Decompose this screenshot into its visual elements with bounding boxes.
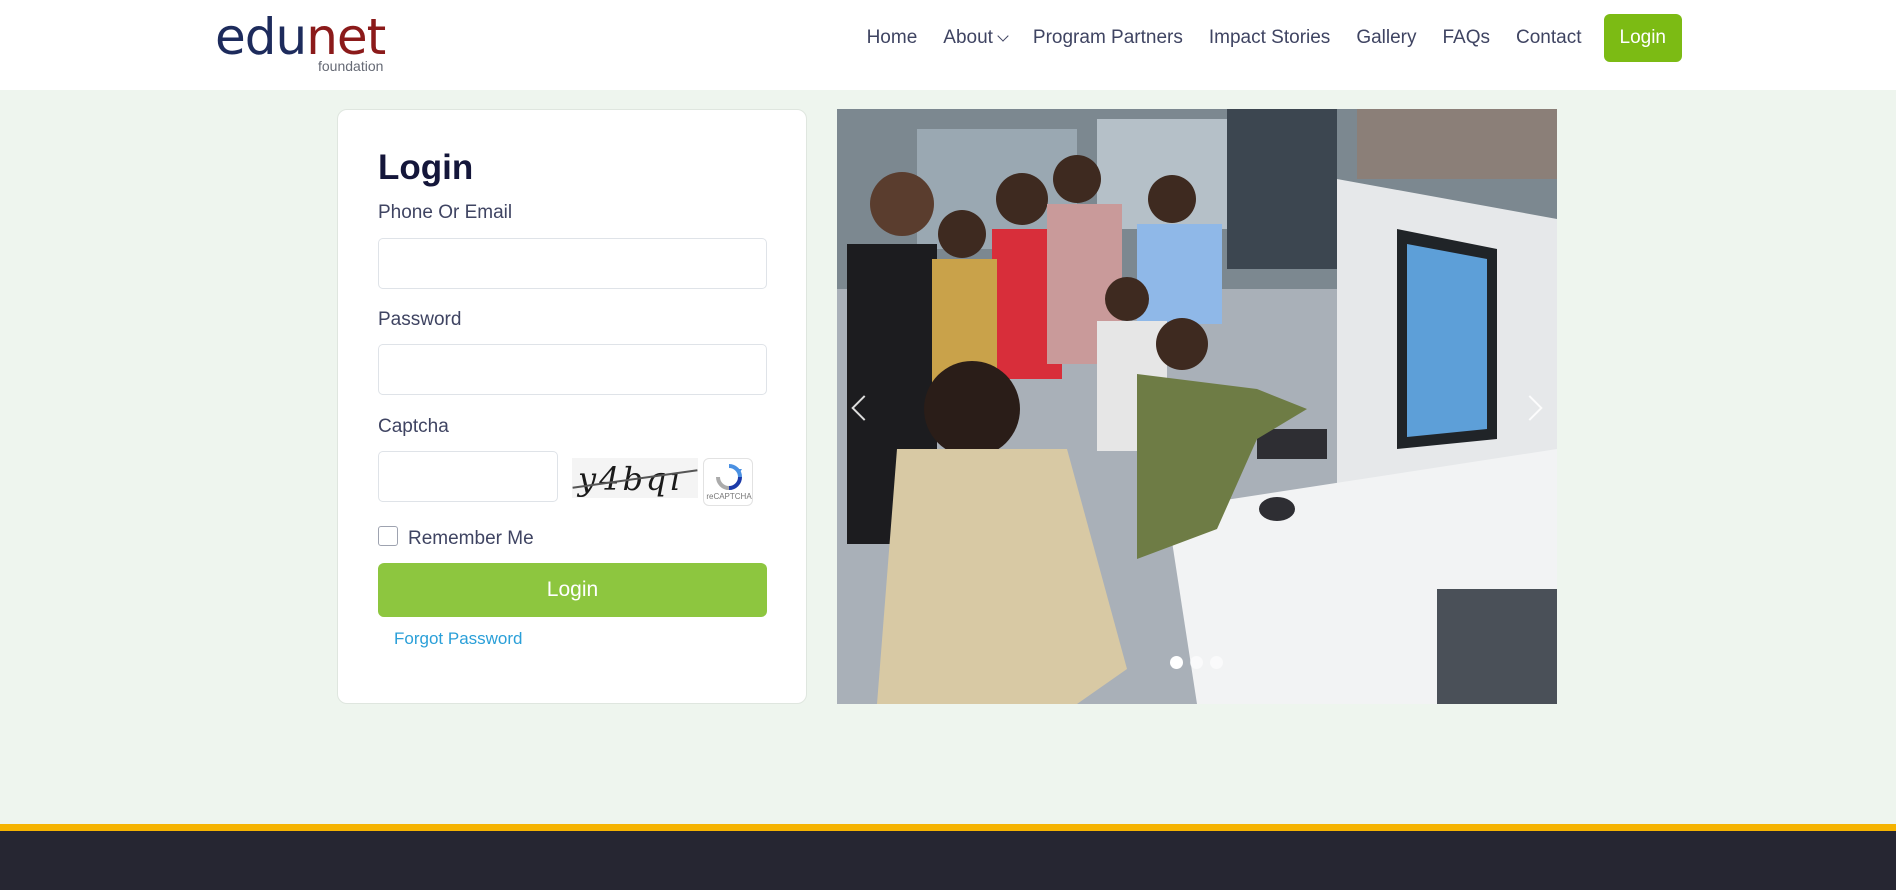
forgot-password-link[interactable]: Forgot Password bbox=[394, 629, 523, 649]
logo-wordmark: edunet bbox=[215, 12, 400, 62]
phone-email-input[interactable] bbox=[378, 238, 767, 289]
captcha-image: y4bqı bbox=[572, 458, 698, 498]
site-header: edunet foundation Home About Program Par… bbox=[0, 0, 1896, 90]
logo-word-edu: edu bbox=[215, 8, 307, 66]
image-carousel bbox=[837, 109, 1557, 704]
login-title: Login bbox=[378, 148, 474, 187]
main-nav: Home About Program Partners Impact Stori… bbox=[867, 14, 1682, 62]
nav-login-button[interactable]: Login bbox=[1603, 14, 1682, 62]
chevron-down-icon bbox=[997, 29, 1009, 42]
login-submit-button[interactable]: Login bbox=[378, 563, 767, 617]
password-input[interactable] bbox=[378, 344, 767, 395]
nav-home-label: Home bbox=[866, 27, 918, 48]
carousel-photo bbox=[837, 109, 1557, 704]
logo-subtitle: foundation bbox=[318, 58, 384, 74]
carousel-dot-1[interactable] bbox=[1170, 656, 1183, 669]
remember-me-label[interactable]: Remember Me bbox=[408, 528, 534, 550]
phone-email-label: Phone Or Email bbox=[378, 202, 513, 223]
login-card: Login Phone Or Email Password Captcha y4… bbox=[337, 109, 807, 704]
carousel-dot-3[interactable] bbox=[1210, 656, 1223, 669]
captcha-label: Captcha bbox=[378, 416, 449, 437]
nav-home[interactable]: Home bbox=[867, 27, 918, 49]
nav-contact[interactable]: Contact bbox=[1516, 27, 1581, 49]
recaptcha-widget[interactable]: reCAPTCHA bbox=[703, 458, 753, 506]
nav-contact-label: Contact bbox=[1516, 27, 1582, 48]
nav-gallery-label: Gallery bbox=[1356, 27, 1417, 48]
recaptcha-label: reCAPTCHA bbox=[706, 492, 752, 501]
site-footer bbox=[0, 831, 1896, 890]
carousel-indicators bbox=[1170, 656, 1230, 669]
nav-impact-stories[interactable]: Impact Stories bbox=[1209, 27, 1330, 49]
nav-about-label: About bbox=[943, 27, 993, 48]
recaptcha-icon bbox=[716, 464, 742, 490]
edunet-logo[interactable]: edunet foundation bbox=[215, 12, 400, 74]
carousel-dot-2[interactable] bbox=[1190, 656, 1203, 669]
footer-accent-stripe bbox=[0, 824, 1896, 831]
nav-program-partners-label: Program Partners bbox=[1032, 27, 1183, 48]
nav-program-partners[interactable]: Program Partners bbox=[1033, 27, 1183, 49]
nav-impact-stories-label: Impact Stories bbox=[1208, 27, 1331, 48]
nav-faqs-label: FAQs bbox=[1442, 27, 1491, 48]
captcha-input[interactable] bbox=[378, 451, 558, 502]
nav-about[interactable]: About bbox=[943, 27, 1009, 49]
nav-faqs[interactable]: FAQs bbox=[1443, 27, 1491, 49]
nav-gallery[interactable]: Gallery bbox=[1356, 27, 1416, 49]
remember-me-checkbox[interactable] bbox=[378, 526, 398, 546]
password-label: Password bbox=[378, 309, 462, 330]
